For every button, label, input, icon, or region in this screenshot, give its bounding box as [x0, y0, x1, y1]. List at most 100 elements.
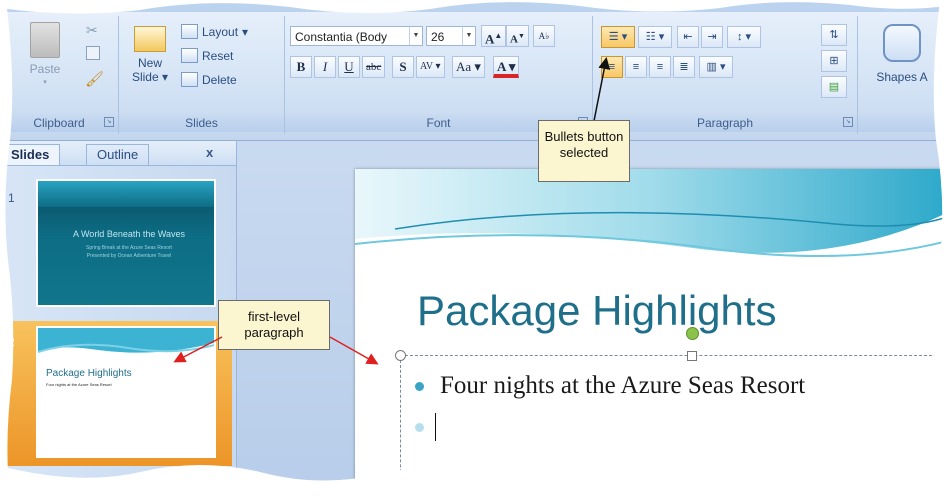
center-button[interactable]: ≡ — [625, 56, 647, 78]
justify-button[interactable]: ≣ — [673, 56, 695, 78]
font-size-combo[interactable]: 26 ▼ — [426, 26, 476, 46]
increase-indent-icon: ⇥ — [707, 31, 717, 43]
layout-button[interactable]: Layout ▾ — [181, 24, 248, 39]
paragraph-group: ☰ ▾ ☷ ▾ ⇤ ⇥ ↕ ▾ ≡ ≡ ≡ ≣ ▥ ▾ ⇅ ⊞ ▤ Paragr… — [593, 16, 858, 134]
shrink-font-button[interactable]: A▼ — [506, 25, 529, 47]
clipboard-group-label: Clipboard ↘ — [0, 114, 118, 132]
align-left-button[interactable]: ≡ — [601, 56, 623, 78]
current-slide: Package Highlights Four nights at the Az… — [355, 169, 947, 502]
change-case-button[interactable]: Aa ▾ — [452, 56, 485, 78]
shapes-icon — [883, 24, 921, 62]
text-cursor — [435, 413, 436, 441]
clear-formatting-icon[interactable]: A♭ — [533, 25, 555, 47]
align-text-button[interactable]: ⊞ — [821, 50, 847, 72]
cut-icon[interactable]: ✂ — [86, 22, 98, 39]
copy-icon[interactable] — [86, 46, 100, 60]
reset-button[interactable]: Reset — [181, 48, 233, 63]
thumb2-bullet: Four nights at the Azure Seas Resort — [46, 382, 112, 387]
paragraph-group-label: Paragraph ↘ — [593, 114, 857, 132]
align-center-icon: ≡ — [632, 61, 640, 73]
text-direction-button[interactable]: ⇅ — [821, 24, 847, 46]
resize-handle[interactable] — [687, 351, 697, 361]
drawing-group-label — [858, 114, 947, 132]
drawing-group: Shapes A — [858, 16, 947, 134]
bullets-icon: ☰ — [608, 31, 619, 43]
close-pane-icon[interactable]: x — [206, 145, 213, 160]
slide-thumbnail-1[interactable]: A World Beneath the Waves Spring Break a… — [36, 179, 216, 307]
thumb-wave — [38, 181, 214, 207]
delete-button[interactable]: Delete — [181, 72, 237, 87]
bullet-dot — [415, 382, 424, 391]
chevron-down-icon: ▼ — [409, 27, 422, 45]
line-spacing-icon: ↕ — [736, 31, 743, 43]
slide-title[interactable]: Package Highlights — [417, 287, 777, 335]
align-text-icon: ⊞ — [829, 55, 839, 67]
reset-icon — [181, 48, 198, 63]
delete-icon — [181, 72, 198, 87]
bold-button[interactable]: B — [290, 56, 312, 78]
resize-handle[interactable] — [395, 350, 406, 361]
slides-pane: Slides Outline x 1 A World Beneath the W… — [0, 141, 237, 502]
bullets-callout: Bullets button selected — [538, 120, 630, 182]
new-slide-label-2: Slide — [131, 70, 159, 84]
character-spacing-button[interactable]: AV ▾ — [416, 56, 445, 78]
shapes-button[interactable]: Shapes A — [862, 24, 942, 84]
smartart-button[interactable]: ▤ — [821, 76, 847, 98]
thumb-wave — [38, 328, 214, 353]
decrease-indent-button[interactable]: ⇤ — [677, 26, 699, 48]
strikethrough-button[interactable]: abc — [362, 56, 386, 78]
bullets-button[interactable]: ☰ ▾ — [601, 26, 635, 48]
clipboard-group: Paste ▾ ✂ 🖌 Clipboard ↘ — [0, 16, 119, 134]
slide-thumbnail-2[interactable]: Package Highlights Four nights at the Az… — [36, 326, 216, 458]
increase-indent-button[interactable]: ⇥ — [701, 26, 723, 48]
font-color-button[interactable]: A ▾ — [493, 56, 520, 78]
numbering-icon: ☷ — [645, 31, 656, 43]
font-name-combo[interactable]: Constantia (Body ▼ — [290, 26, 423, 46]
thumb2-title: Package Highlights — [46, 368, 132, 379]
italic-button[interactable]: I — [314, 56, 336, 78]
columns-button[interactable]: ▥ ▾ — [699, 56, 733, 78]
slide-number: 2 — [8, 335, 15, 349]
columns-icon: ▥ — [706, 61, 717, 73]
paragraph-launcher-icon[interactable]: ↘ — [843, 117, 853, 127]
format-painter-icon[interactable]: 🖌 — [85, 70, 104, 88]
slides-group: New Slide ▾ Layout ▾ Reset Delete Slides — [119, 16, 285, 134]
align-right-icon: ≡ — [656, 61, 664, 73]
pane-tabs: Slides Outline x — [0, 141, 236, 166]
new-slide-icon — [134, 26, 166, 52]
paste-icon — [30, 22, 60, 58]
slide-editing-area: Package Highlights Four nights at the Az… — [237, 141, 947, 502]
underline-button[interactable]: U — [338, 56, 360, 78]
text-shadow-button[interactable]: S — [392, 56, 414, 78]
clipboard-launcher-icon[interactable]: ↘ — [104, 117, 114, 127]
thumb1-subtitle-1: Spring Break at the Azure Seas Resort — [86, 245, 172, 251]
shapes-label: Shapes A — [876, 70, 928, 84]
decrease-indent-icon: ⇤ — [683, 31, 693, 43]
new-slide-button[interactable]: New Slide ▾ — [127, 26, 173, 84]
new-slide-label-1: New — [137, 56, 162, 70]
tab-slides[interactable]: Slides — [0, 144, 61, 165]
chevron-down-icon: ▼ — [462, 27, 475, 45]
paste-button[interactable]: Paste ▾ — [20, 22, 70, 90]
numbering-button[interactable]: ☷ ▾ — [638, 26, 672, 48]
slide-wave-decoration — [355, 169, 947, 258]
rotate-handle[interactable] — [686, 327, 699, 340]
thumb1-title: A World Beneath the Waves — [72, 229, 186, 239]
line-spacing-button[interactable]: ↕ ▾ — [727, 26, 761, 48]
align-left-icon: ≡ — [608, 61, 616, 73]
ribbon-tab-strip — [0, 0, 947, 12]
smartart-icon: ▤ — [828, 81, 840, 93]
paste-label: Paste — [29, 62, 61, 76]
bullet-dot — [415, 423, 424, 432]
thumb1-subtitle-2: Presented by Ocean Adventure Travel — [86, 253, 172, 259]
layout-icon — [181, 24, 198, 39]
powerpoint-window: Paste ▾ ✂ 🖌 Clipboard ↘ New Slide ▾ Layou… — [0, 0, 947, 502]
font-group: Constantia (Body ▼ 26 ▼ A▲ A▼ A♭ B I U abc… — [285, 16, 593, 134]
justify-icon: ≣ — [679, 61, 689, 73]
align-right-button[interactable]: ≡ — [649, 56, 671, 78]
text-direction-icon: ⇅ — [829, 29, 839, 41]
grow-font-button[interactable]: A▲ — [481, 25, 507, 47]
tab-outline[interactable]: Outline — [86, 144, 150, 165]
slides-group-label: Slides — [119, 114, 284, 132]
first-level-paragraph[interactable]: Four nights at the Azure Seas Resort — [440, 372, 805, 400]
